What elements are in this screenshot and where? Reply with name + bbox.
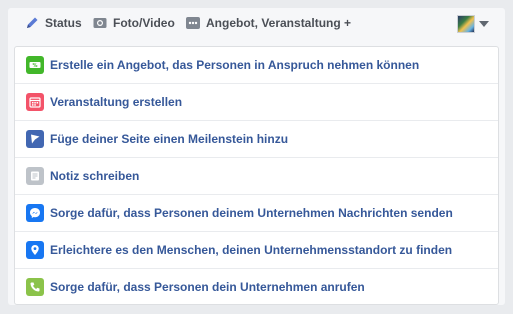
menu-item-create-offer[interactable]: % Erstelle ein Angebot, das Personen in … [15,47,498,83]
tab-photo-video-label: Foto/Video [113,16,175,30]
menu-item-label: Notiz schreiben [50,169,140,183]
svg-text:%: % [32,63,37,69]
audience-selector[interactable] [457,15,489,33]
composer-tabs: Status Foto/Video Angebot, Veranstaltung… [8,8,505,38]
menu-item-label: Erstelle ein Angebot, das Personen in An… [50,58,420,72]
tab-photo-video[interactable]: Foto/Video [92,8,175,38]
chevron-down-icon [479,21,489,27]
more-dots-icon [185,15,201,31]
post-type-menu: % Erstelle ein Angebot, das Personen in … [14,46,499,305]
tab-status[interactable]: Status [24,8,82,38]
tab-more-options-label: Angebot, Veranstaltung + [206,16,352,30]
location-pin-icon [26,241,44,259]
messenger-icon [26,204,44,222]
menu-item-label: Sorge dafür, dass Personen dein Unterneh… [50,280,365,294]
phone-icon [26,278,44,296]
menu-item-label: Sorge dafür, dass Personen deinem Untern… [50,206,453,220]
menu-item-label: Erleichtere es den Menschen, deinen Unte… [50,243,453,257]
menu-item-label: Veranstaltung erstellen [50,95,183,109]
offer-icon: % [26,56,44,74]
menu-item-find-location[interactable]: Erleichtere es den Menschen, deinen Unte… [15,231,498,268]
tab-status-label: Status [45,16,82,30]
menu-item-add-milestone[interactable]: Füge deiner Seite einen Meilenstein hinz… [15,120,498,157]
menu-item-get-calls[interactable]: Sorge dafür, dass Personen dein Unterneh… [15,268,498,305]
menu-item-write-note[interactable]: Notiz schreiben [15,157,498,194]
note-icon [26,167,44,185]
pencil-icon [24,15,40,31]
post-composer: Status Foto/Video Angebot, Veranstaltung… [8,8,505,305]
menu-item-label: Füge deiner Seite einen Meilenstein hinz… [50,132,289,146]
avatar [457,15,475,33]
menu-item-create-event[interactable]: Veranstaltung erstellen [15,83,498,120]
tab-more-options[interactable]: Angebot, Veranstaltung + [185,8,351,38]
camera-icon [92,15,108,31]
menu-item-get-messages[interactable]: Sorge dafür, dass Personen deinem Untern… [15,194,498,231]
flag-icon [26,130,44,148]
calendar-icon [26,93,44,111]
